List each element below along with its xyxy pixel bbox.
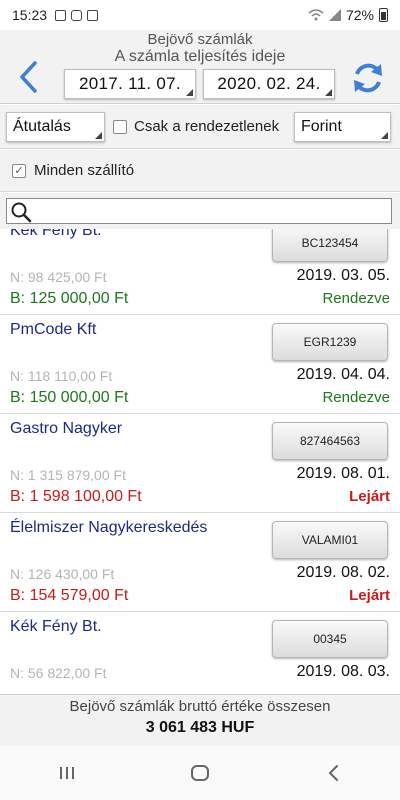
invoice-code-button[interactable]: VALAMI01 [272, 521, 388, 559]
currency-select[interactable]: Forint [294, 112, 391, 142]
currency-value: Forint [301, 118, 342, 135]
net-amount: N: 126 430,00 Ft [10, 566, 115, 582]
system-back-button[interactable] [303, 753, 363, 793]
home-button[interactable] [170, 753, 230, 793]
date-to-value: 2020. 02. 24. [217, 74, 321, 93]
only-unsettled-checkbox[interactable] [113, 119, 127, 134]
gross-amount: B: 154 579,00 Ft [10, 587, 129, 604]
all-suppliers-checkbox[interactable]: ✓ [12, 163, 26, 178]
list-item[interactable]: Kék Fény Bt. 00345 N: 56 822,00 Ft 2019.… [0, 612, 400, 694]
net-amount: N: 1 315 879,00 Ft [10, 467, 126, 483]
gross-amount: B: 1 598 100,00 Ft [10, 488, 142, 505]
supplier-name: Kék Fény Bt. [10, 229, 102, 239]
photo-icon [55, 9, 67, 21]
back-button[interactable] [6, 56, 50, 98]
status-label: Lejárt [349, 488, 390, 505]
status-label: Lejárt [349, 587, 390, 604]
status-label: Rendezve [322, 290, 390, 307]
date-from-value: 2017. 11. 07. [79, 74, 181, 93]
payment-method-value: Átutalás [13, 118, 71, 135]
filter-row: Átutalás Csak a rendezetlenek Forint [0, 105, 400, 149]
all-suppliers-label: Minden szállító [34, 162, 135, 179]
gross-amount: B: 150 000,00 Ft [10, 389, 129, 406]
signal-icon [328, 9, 341, 21]
status-label: Rendezve [322, 389, 390, 406]
only-unsettled-label: Csak a rendezetlenek [134, 118, 280, 135]
date-to-field[interactable]: 2020. 02. 24. [203, 69, 335, 99]
dropdown-corner-icon [186, 89, 193, 96]
message-icon [71, 9, 83, 21]
supplier-name: Kék Fény Bt. [10, 618, 102, 635]
invoice-date: 2019. 08. 01. [296, 465, 390, 482]
invoice-code-button[interactable]: 827464563 [272, 422, 388, 460]
payment-method-select[interactable]: Átutalás [6, 112, 105, 142]
supplier-name: Gastro Nagyker [10, 420, 123, 437]
list-item[interactable]: PmCode Kft EGR1239 N: 118 110,00 Ft 2019… [0, 315, 400, 414]
header: Bejövő számlák A számla teljesítés ideje… [0, 30, 400, 104]
total-footer: Bejövő számlák bruttó értéke összesen 3 … [0, 694, 400, 746]
chevron-left-icon [20, 61, 37, 93]
list-item[interactable]: Élelmiszer Nagykereskedés VALAMI01 N: 12… [0, 513, 400, 612]
net-amount: N: 118 110,00 Ft [10, 368, 113, 384]
recent-apps-button[interactable] [37, 753, 97, 793]
invoice-code-button[interactable]: BC123454 [272, 229, 388, 262]
page-title: Bejövő számlák [147, 31, 253, 48]
invoice-date: 2019. 03. 05. [296, 267, 390, 284]
invoice-date: 2019. 08. 02. [296, 564, 390, 581]
only-unsettled-toggle[interactable]: Csak a rendezetlenek [113, 118, 279, 135]
total-label: Bejövő számlák bruttó értéke összesen [69, 698, 331, 715]
refresh-icon [354, 63, 382, 93]
supplier-name: Élelmiszer Nagykereskedés [10, 519, 208, 536]
status-time: 15:23 [12, 7, 48, 23]
dropdown-corner-icon [95, 132, 102, 139]
back-icon [328, 765, 339, 781]
net-amount: N: 56 822,00 Ft [10, 665, 107, 681]
check-icon [87, 9, 99, 21]
gross-amount: B: 125 000,00 Ft [10, 290, 129, 307]
list-item[interactable]: Kék Fény Bt. BC123454 N: 98 425,00 Ft 20… [0, 229, 400, 315]
home-icon [190, 765, 209, 781]
search-input[interactable] [6, 198, 392, 224]
status-bar: 15:23 72% [0, 0, 400, 30]
invoice-date: 2019. 04. 04. [296, 366, 390, 383]
wifi-icon [308, 9, 324, 21]
recent-apps-icon [59, 767, 74, 779]
invoice-list[interactable]: Kék Fény Bt. BC123454 N: 98 425,00 Ft 20… [0, 229, 400, 694]
invoice-code-button[interactable]: EGR1239 [272, 323, 388, 361]
date-range-label: A számla teljesítés ideje [114, 48, 286, 65]
date-from-field[interactable]: 2017. 11. 07. [64, 69, 196, 99]
list-item[interactable]: Gastro Nagyker 827464563 N: 1 315 879,00… [0, 414, 400, 513]
total-value: 3 061 483 HUF [145, 719, 255, 736]
search-icon [11, 202, 32, 223]
all-suppliers-toggle[interactable]: ✓ Minden szállító [0, 150, 400, 192]
battery-icon [379, 8, 388, 22]
battery-percent: 72% [345, 7, 374, 23]
invoice-date: 2019. 08. 03. [296, 663, 390, 680]
navigation-bar [0, 746, 400, 800]
invoice-code-button[interactable]: 00345 [272, 620, 388, 658]
dropdown-corner-icon [325, 89, 332, 96]
net-amount: N: 98 425,00 Ft [10, 269, 107, 285]
search-bar [0, 193, 400, 229]
dropdown-corner-icon [381, 132, 388, 139]
refresh-button[interactable] [346, 56, 390, 100]
supplier-name: PmCode Kft [10, 321, 97, 338]
